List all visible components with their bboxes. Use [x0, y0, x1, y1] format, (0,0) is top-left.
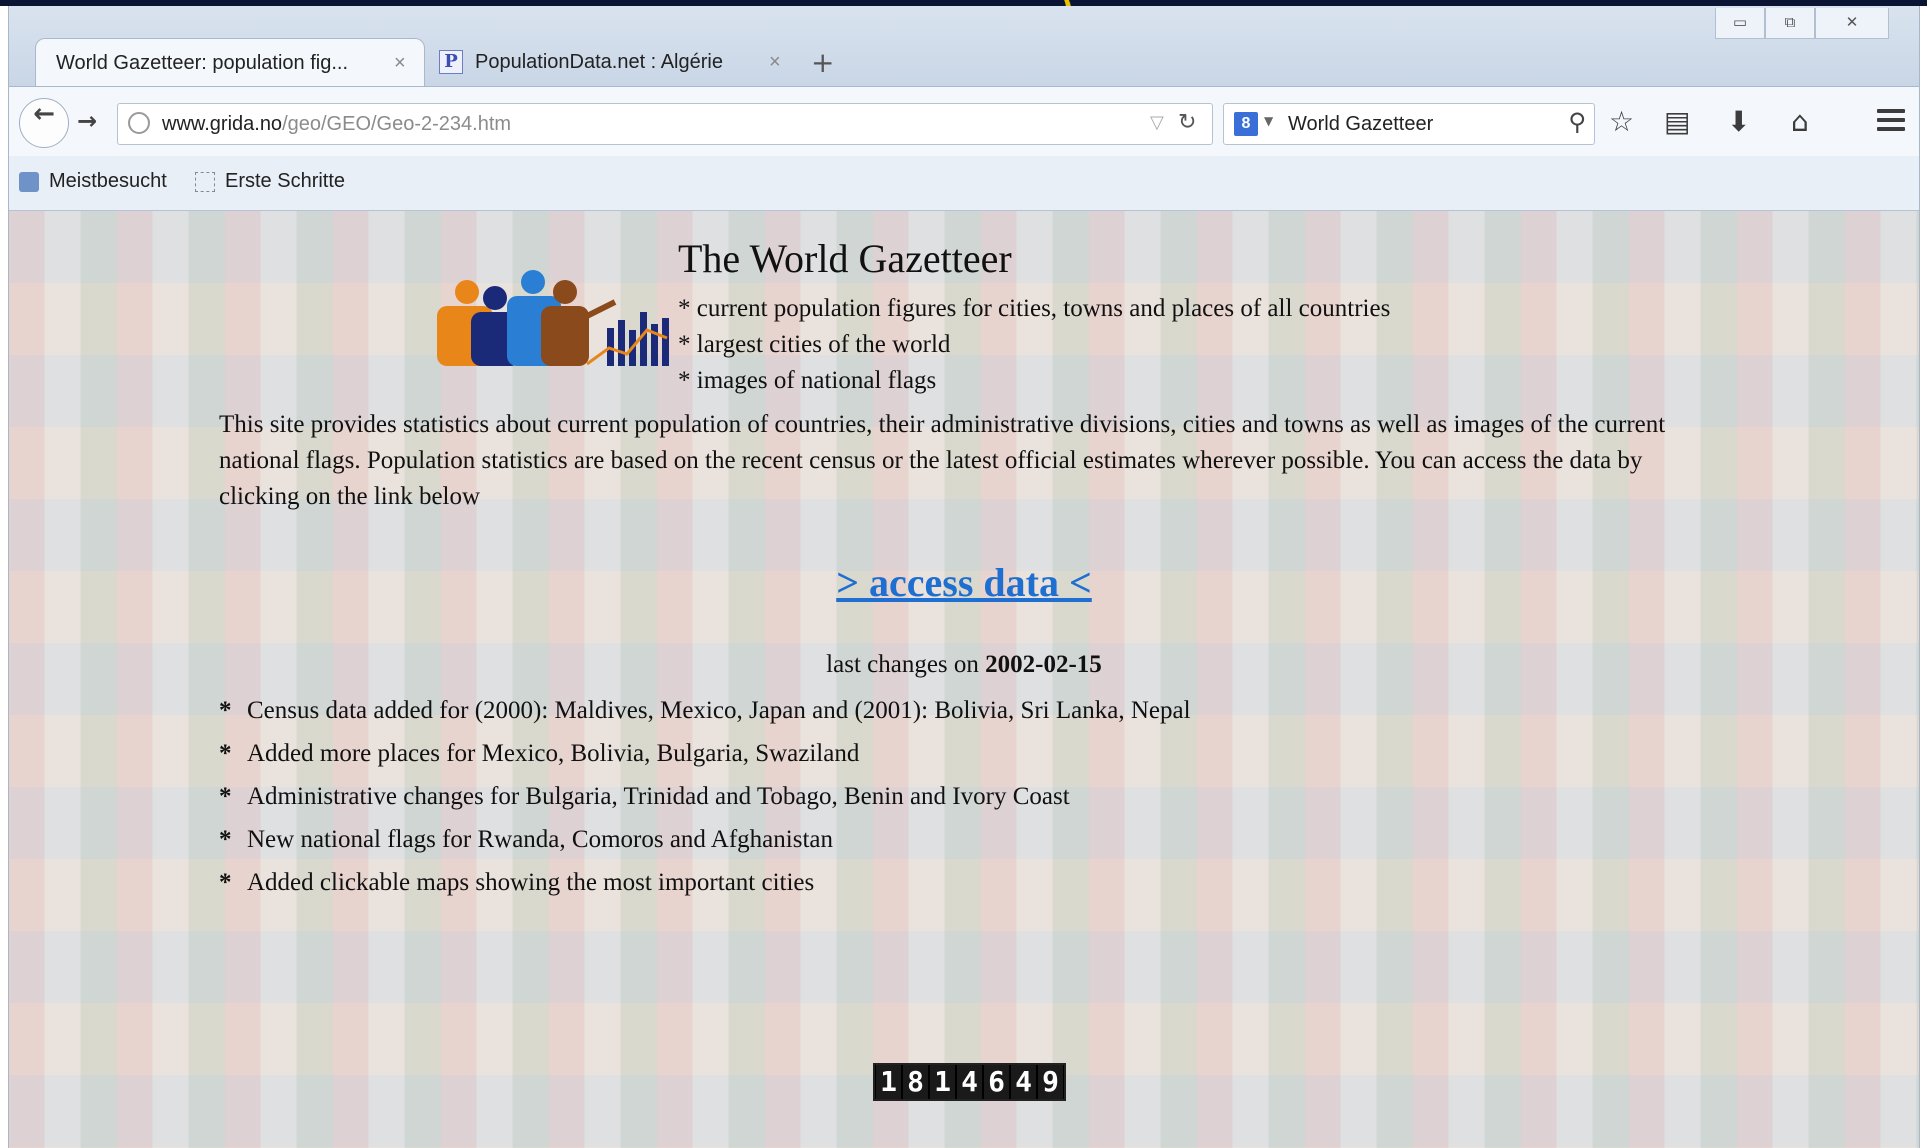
- bookmark-meistbesucht[interactable]: Meistbesucht: [19, 170, 167, 193]
- star-icon[interactable]: ☆: [1609, 105, 1634, 138]
- counter-digit: 9: [1038, 1065, 1063, 1099]
- browser-window: ▭ ⧉ ✕ World Gazetteer: population fig...…: [8, 6, 1920, 1148]
- change-item: Added more places for Mexico, Bolivia, B…: [219, 732, 1191, 775]
- tab-close-icon[interactable]: ×: [394, 52, 424, 75]
- search-input[interactable]: World Gazetteer: [1288, 113, 1433, 136]
- page-content: The World Gazetteer current population f…: [9, 211, 1919, 1148]
- last-changes: last changes on 2002-02-15: [9, 651, 1919, 679]
- reading-list-icon[interactable]: ▤: [1664, 105, 1690, 138]
- tab-populationdata[interactable]: P PopulationData.net : Algérie ×: [429, 38, 799, 86]
- access-data-container: > access data <: [9, 559, 1919, 606]
- intro-paragraph: This site provides statistics about curr…: [219, 411, 1666, 510]
- access-data-link[interactable]: > access data <: [836, 560, 1092, 605]
- feature-item: current population figures for cities, t…: [678, 291, 1391, 327]
- bookmark-erste-schritte[interactable]: Erste Schritte: [195, 170, 345, 193]
- restore-button[interactable]: ⧉: [1765, 8, 1815, 39]
- last-changes-date: 2002-02-15: [985, 651, 1102, 678]
- counter-digit: 1: [930, 1065, 955, 1099]
- tab-label: PopulationData.net : Algérie: [475, 50, 723, 73]
- url-domain: www.grida.no: [162, 113, 283, 135]
- counter-digit: 1: [876, 1065, 901, 1099]
- tab-label: World Gazetteer: population fig...: [56, 51, 349, 74]
- bookmark-page-icon: [195, 171, 215, 192]
- page-title: The World Gazetteer: [678, 236, 1012, 281]
- url-path: /geo/GEO/Geo-2-234.htm: [282, 113, 512, 135]
- close-window-button[interactable]: ✕: [1815, 8, 1889, 39]
- search-bar[interactable]: 8 ▼ World Gazetteer ⚲: [1223, 103, 1595, 145]
- feature-item: largest cities of the world: [678, 327, 1390, 363]
- url-text: www.grida.no/geo/GEO/Geo-2-234.htm: [162, 113, 511, 136]
- people-chart-logo: [437, 270, 669, 366]
- feature-item: images of national flags: [678, 363, 1390, 399]
- last-changes-label: last changes on: [826, 651, 979, 678]
- change-item: New national flags for Rwanda, Comoros a…: [219, 818, 1191, 861]
- bookmark-label: Meistbesucht: [49, 170, 167, 192]
- globe-icon: [128, 112, 150, 134]
- change-item: Added clickable maps showing the most im…: [219, 861, 1191, 904]
- counter-digit: 4: [1011, 1065, 1036, 1099]
- bookmark-folder-icon: [19, 171, 39, 192]
- url-bar[interactable]: www.grida.no/geo/GEO/Geo-2-234.htm ▽ ↻: [117, 103, 1213, 145]
- forward-arrow-icon[interactable]: →: [77, 107, 97, 135]
- bookmarks-toolbar: Meistbesucht Erste Schritte: [9, 156, 1919, 211]
- search-engine-icon[interactable]: 8: [1234, 112, 1258, 136]
- reload-icon[interactable]: ↻: [1178, 110, 1196, 135]
- engine-dropdown-icon[interactable]: ▼: [1264, 114, 1273, 128]
- populationdata-favicon-icon: P: [439, 50, 463, 74]
- tab-close-icon[interactable]: ×: [769, 51, 799, 74]
- download-icon[interactable]: ⬇: [1727, 105, 1750, 138]
- tab-world-gazetteer[interactable]: World Gazetteer: population fig... ×: [35, 38, 425, 87]
- home-icon[interactable]: ⌂: [1791, 105, 1809, 138]
- counter-digit: 4: [957, 1065, 982, 1099]
- changes-list: Census data added for (2000): Maldives, …: [219, 689, 1191, 904]
- magnifier-icon[interactable]: ⚲: [1568, 108, 1586, 136]
- change-item: Census data added for (2000): Maldives, …: [219, 689, 1191, 732]
- back-arrow-icon[interactable]: ←: [19, 98, 69, 148]
- counter-digit: 6: [984, 1065, 1009, 1099]
- new-tab-button[interactable]: +: [811, 46, 834, 79]
- menu-icon[interactable]: [1877, 109, 1905, 136]
- history-dropdown-icon[interactable]: ▽: [1150, 112, 1164, 133]
- tab-strip: ▭ ⧉ ✕ World Gazetteer: population fig...…: [9, 6, 1919, 87]
- minimize-button[interactable]: ▭: [1715, 8, 1765, 39]
- navigation-bar: ← → www.grida.no/geo/GEO/Geo-2-234.htm ▽…: [9, 86, 1919, 157]
- visitor-counter: 1 8 1 4 6 4 9: [873, 1063, 1066, 1101]
- feature-list: current population figures for cities, t…: [678, 291, 1391, 399]
- bookmark-label: Erste Schritte: [225, 170, 346, 192]
- change-item: Administrative changes for Bulgaria, Tri…: [219, 775, 1191, 818]
- window-controls: ▭ ⧉ ✕: [1715, 8, 1889, 40]
- counter-digit: 8: [903, 1065, 928, 1099]
